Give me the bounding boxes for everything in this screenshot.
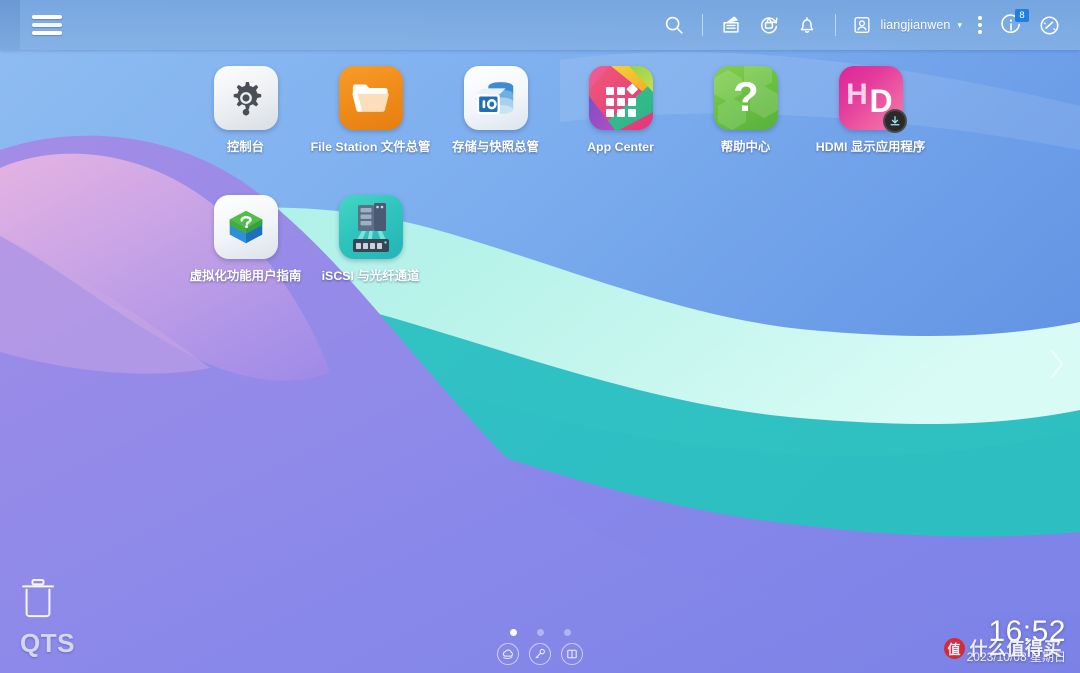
next-page-arrow[interactable] xyxy=(1042,340,1072,388)
info-badge: 8 xyxy=(1015,9,1029,22)
desktop-icon-control-panel[interactable]: 控制台 xyxy=(183,62,308,155)
folder-icon xyxy=(338,66,403,130)
icon-label: 虚拟化功能用户指南 xyxy=(189,269,302,283)
desktop-icon-file-station[interactable]: File Station 文件总管 xyxy=(308,62,433,155)
desktop-icon-app-center[interactable]: App Center xyxy=(558,62,683,155)
clock-time: 16:52 xyxy=(988,615,1066,648)
bell-icon[interactable] xyxy=(788,6,826,44)
dot xyxy=(978,16,982,20)
dot xyxy=(978,30,982,34)
download-badge xyxy=(882,109,907,133)
clock-date: 2023/10/08 星期日 xyxy=(966,650,1066,664)
page-indicator-dots xyxy=(509,629,571,636)
desktop-icon-help-center[interactable]: ? 帮助中心 xyxy=(683,62,808,155)
user-avatar-icon xyxy=(851,14,873,36)
question-mark-icon: ? xyxy=(713,66,778,130)
hamburger-bar xyxy=(32,23,62,27)
page-dot-3[interactable] xyxy=(563,629,571,636)
cube-question-icon xyxy=(213,195,278,259)
panels-icon[interactable] xyxy=(561,643,583,665)
info-icon[interactable]: 8 xyxy=(992,6,1030,44)
toolbar-divider xyxy=(835,14,837,36)
file-transfer-icon[interactable] xyxy=(712,6,750,44)
chevron-down-icon: ▾ xyxy=(957,19,962,30)
icon-label: HDMI 显示应用程序 xyxy=(815,140,926,154)
icon-row-2: 虚拟化功能用户指南 iSCSI 与光纤通道 xyxy=(0,191,1080,284)
desktop-icon-virtualization-guide[interactable]: 虚拟化功能用户指南 xyxy=(183,191,308,284)
icon-label: 控制台 xyxy=(226,140,265,154)
hd-icon: H D xyxy=(838,66,907,133)
dock-buttons xyxy=(497,643,583,665)
toolbar-divider xyxy=(702,14,704,36)
username-label: liangjianwen xyxy=(880,18,951,32)
server-rack-icon xyxy=(338,195,403,259)
icon-label: App Center xyxy=(587,140,654,154)
toolbar-actions: liangjianwen ▾ 8 xyxy=(655,0,1080,50)
page-dot-2[interactable] xyxy=(536,629,544,636)
backup-sync-icon[interactable] xyxy=(750,6,788,44)
dot xyxy=(978,23,982,27)
cloud-icon[interactable] xyxy=(497,643,519,665)
user-menu[interactable]: liangjianwen ▾ xyxy=(845,6,968,44)
app-grid-icon xyxy=(588,66,653,130)
page-dot-1[interactable] xyxy=(509,629,517,636)
trash-icon xyxy=(18,577,58,626)
hamburger-bar xyxy=(32,15,62,19)
icon-label: File Station 文件总管 xyxy=(310,140,431,154)
storage-disk-icon xyxy=(463,66,528,130)
gear-icon xyxy=(213,66,278,130)
search-icon[interactable] xyxy=(655,6,693,44)
vertical-dots-icon[interactable] xyxy=(968,6,992,44)
dashboard-gauge-icon[interactable] xyxy=(1030,6,1068,44)
icon-row-1: 控制台 File Station 文件总管 存储与快照总管 App Center… xyxy=(0,62,1080,155)
desktop-clock: 16:52 2023/10/08 星期日 xyxy=(967,616,1066,665)
desktop-dock xyxy=(0,629,1080,665)
svg-text:H: H xyxy=(846,78,868,111)
desktop-icon-iscsi-fibre-channel[interactable]: iSCSI 与光纤通道 xyxy=(308,191,433,284)
hamburger-menu-icon[interactable] xyxy=(32,13,62,37)
desktop-icon-hdmi-display-app[interactable]: H D HDMI 显示应用程序 xyxy=(808,62,933,155)
svg-text:?: ? xyxy=(733,73,759,120)
icon-label: iSCSI 与光纤通道 xyxy=(321,269,420,283)
flashlight-icon[interactable] xyxy=(529,643,551,665)
desktop-icon-grid: 控制台 File Station 文件总管 存储与快照总管 App Center… xyxy=(0,62,1080,284)
hamburger-bar xyxy=(32,31,62,35)
icon-label: 存储与快照总管 xyxy=(452,140,539,154)
qts-desktop: liangjianwen ▾ 8 控制台 File Station 文件总管 存… xyxy=(0,0,1080,673)
top-toolbar: liangjianwen ▾ 8 xyxy=(0,0,1080,50)
desktop-icon-storage-snapshots[interactable]: 存储与快照总管 xyxy=(433,62,558,155)
icon-label: 帮助中心 xyxy=(720,140,771,154)
